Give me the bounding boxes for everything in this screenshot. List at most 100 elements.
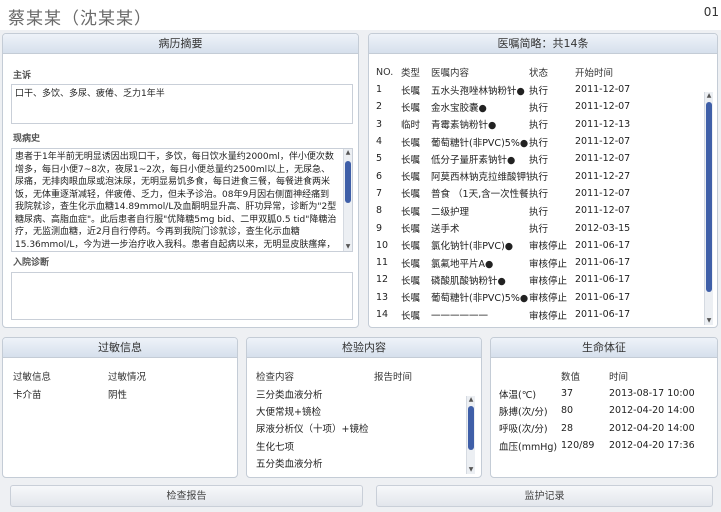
exam-content: 尿液分析仪（十项）+镜检 — [256, 424, 369, 436]
orders-body: 1 长嘱 五水头孢唑林钠粉针● 执行 2011-12-07 2 长嘱 金水宝胶囊● 执行 2011… — [376, 81, 704, 323]
table-row[interactable]: 10 长嘱 氯化钠针(非PVC)● 审核停止 2011-06-17 — [376, 237, 704, 254]
present-illness-field[interactable]: 患者于1年半前无明显诱因出现口干，多饮，每日饮水量约2000ml，伴小便次数增多… — [11, 148, 353, 252]
table-row[interactable]: 6 长嘱 阿莫西林钠克拉维酸钾针 执行 2011-12-27 — [376, 167, 704, 184]
order-status: 审核停止 — [529, 310, 568, 322]
order-no: 14 — [376, 309, 389, 320]
scroll-thumb[interactable] — [345, 161, 351, 203]
order-type: 长嘱 — [401, 293, 421, 305]
orders-col-start[interactable]: 开始时间 — [575, 63, 704, 81]
orders-col-content[interactable]: 医嘱内容 — [431, 63, 529, 81]
order-start-time: 2011-12-07 — [575, 187, 631, 199]
orders-col-type[interactable]: 类型 — [401, 63, 431, 81]
orders-panel-title: 医嘱简略：共14条 — [369, 34, 717, 54]
scroll-down-icon[interactable]: ▼ — [467, 466, 475, 474]
order-type: 长嘱 — [401, 206, 421, 218]
order-start-time: 2012-03-15 — [575, 222, 631, 234]
table-row[interactable]: 8 长嘱 二级护理 执行 2011-12-07 — [376, 202, 704, 219]
table-row[interactable]: 4 长嘱 葡萄糖针(非PVC)5%● 执行 2011-12-07 — [376, 133, 704, 150]
vital-time: 2012-04-20 14:00 — [609, 422, 695, 434]
vitals-col-time[interactable]: 时间 — [609, 367, 713, 385]
order-content: 阿莫西林钠克拉维酸钾针 — [431, 172, 529, 184]
order-no: 4 — [376, 136, 383, 148]
orders-panel: 医嘱简略：共14条 NO. 类型 医嘱内容 状态 开始时间 1 长嘱 五水头孢唑林钠… — [368, 33, 718, 328]
exams-col-content[interactable]: 检查内容 — [256, 367, 374, 385]
scroll-up-icon[interactable]: ▲ — [705, 92, 713, 100]
order-content: 金水宝胶囊● — [431, 102, 487, 114]
order-no: 3 — [376, 118, 383, 130]
order-start-time: 2011-12-07 — [575, 153, 631, 165]
table-row[interactable]: 5 长嘱 低分子量肝素钠针● 执行 2011-12-07 — [376, 150, 704, 167]
table-row[interactable]: 脉搏(次/分) 80 2012-04-20 14:00 — [499, 402, 713, 419]
order-content: 送手术 — [431, 224, 460, 236]
table-row[interactable]: 9 长嘱 送手术 执行 2012-03-15 — [376, 219, 704, 236]
order-status: 审核停止 — [529, 293, 568, 305]
order-content: 氯化钠针(非PVC)● — [431, 241, 514, 253]
orders-table: NO. 类型 医嘱内容 状态 开始时间 1 长嘱 五水头孢唑林钠粉针● 执行 2011-… — [376, 63, 704, 323]
table-row[interactable]: 11 长嘱 氯氟地平片A● 审核停止 2011-06-17 — [376, 254, 704, 271]
order-content: 磷酸肌酸钠粉针● — [431, 275, 506, 287]
order-no: 8 — [376, 205, 383, 217]
exam-content: 生化七项 — [256, 441, 295, 453]
table-row[interactable]: 12 长嘱 磷酸肌酸钠粉针● 审核停止 2011-06-17 — [376, 271, 704, 288]
table-row[interactable]: 7 长嘱普食 （1天,含一次性餐具）执行 2011-12-07 — [376, 185, 704, 202]
allergy-col-status[interactable]: 过敏情况 — [108, 367, 233, 385]
table-row[interactable]: 血压(mmHg) 120/89 2012-04-20 17:36 — [499, 437, 713, 454]
monitor-record-button[interactable]: 监护记录 — [376, 485, 713, 507]
order-start-time: 2011-06-17 — [575, 291, 631, 303]
scroll-thumb[interactable] — [706, 102, 712, 292]
vital-item: 呼吸(次/分) — [499, 424, 548, 436]
order-content: 一一一一一一 — [431, 310, 489, 322]
history-panel-title: 病历摘要 — [3, 34, 358, 54]
exam-report-time — [374, 454, 466, 471]
table-row[interactable]: 卡介苗 阴性 — [13, 385, 233, 402]
vitals-col-value[interactable]: 数值 — [561, 367, 609, 385]
table-row[interactable]: 呼吸(次/分) 28 2012-04-20 14:00 — [499, 420, 713, 437]
table-row[interactable]: 1 长嘱 五水头孢唑林钠粉针● 执行 2011-12-07 — [376, 81, 704, 98]
table-row[interactable]: 13 长嘱 葡萄糖针(非PVC)5%● 审核停止 2011-06-17 — [376, 289, 704, 306]
order-no: 13 — [376, 291, 389, 303]
order-type: 临时 — [401, 120, 421, 132]
allergy-result: 阴性 — [108, 389, 128, 401]
admission-diag-label: 入院诊断 — [13, 258, 50, 268]
exam-content: 三分类血液分析 — [256, 389, 323, 401]
scroll-down-icon[interactable]: ▼ — [344, 243, 352, 251]
order-status: 执行 — [529, 206, 549, 218]
present-illness-scrollbar[interactable]: ▲ ▼ — [343, 149, 352, 251]
allergy-panel: 过敏信息 过敏信息 过敏情况 卡介苗 阴性 — [2, 337, 238, 478]
vital-value: 120/89 — [561, 440, 595, 452]
table-row[interactable]: 五分类血液分析 — [256, 454, 466, 471]
scroll-down-icon[interactable]: ▼ — [705, 317, 713, 325]
chief-complaint-field[interactable]: 口干、多饮、多尿、疲倦、乏力1年半 — [11, 84, 353, 124]
order-no: 12 — [376, 274, 389, 286]
orders-header-row: NO. 类型 医嘱内容 状态 开始时间 — [376, 63, 704, 81]
table-row[interactable]: 生化七项 — [256, 437, 466, 454]
orders-scrollbar[interactable]: ▲ ▼ — [704, 92, 713, 325]
orders-table-wrap: NO. 类型 医嘱内容 状态 开始时间 1 长嘱 五水头孢唑林钠粉针● 执行 2011-… — [376, 63, 704, 325]
table-row[interactable]: 14 长嘱 一一一一一一 审核停止 2011-06-17 — [376, 306, 704, 323]
allergy-col-info[interactable]: 过敏信息 — [13, 367, 108, 385]
history-panel: 病历摘要 主诉 口干、多饮、多尿、疲倦、乏力1年半 现病史 患者于1年半前无明显… — [2, 33, 359, 328]
order-no: 10 — [376, 239, 389, 251]
order-start-time: 2011-12-07 — [575, 205, 631, 217]
chief-complaint-text: 口干、多饮、多尿、疲倦、乏力1年半 — [15, 89, 165, 99]
orders-col-no[interactable]: NO. — [376, 63, 401, 81]
present-illness-text: 患者于1年半前无明显诱因出现口干，多饮，每日饮水量约2000ml，伴小便次数增多… — [15, 152, 337, 250]
order-content: 青霉素钠粉针● — [431, 120, 497, 132]
order-status: 执行 — [529, 224, 549, 236]
admission-diag-field[interactable] — [11, 272, 353, 320]
scroll-up-icon[interactable]: ▲ — [344, 149, 352, 157]
vital-time: 2012-04-20 17:36 — [609, 440, 695, 452]
orders-col-status[interactable]: 状态 — [529, 63, 575, 81]
table-row[interactable]: 2 长嘱 金水宝胶囊● 执行 2011-12-07 — [376, 98, 704, 115]
patient-id: 01 — [703, 5, 719, 19]
order-status: 审核停止 — [529, 241, 568, 253]
table-row[interactable]: 3 临时 青霉素钠粉针● 执行 2011-12-13 — [376, 116, 704, 133]
order-content: 二级护理 — [431, 206, 470, 218]
exam-content: 大便常规+镜检 — [256, 406, 321, 418]
order-no: 1 — [376, 84, 383, 96]
order-status: 执行 — [529, 120, 549, 132]
order-start-time: 2011-12-13 — [575, 118, 631, 130]
order-no: 2 — [376, 101, 383, 113]
exam-report-button[interactable]: 检查报告 — [10, 485, 363, 507]
order-no: 6 — [376, 170, 383, 182]
